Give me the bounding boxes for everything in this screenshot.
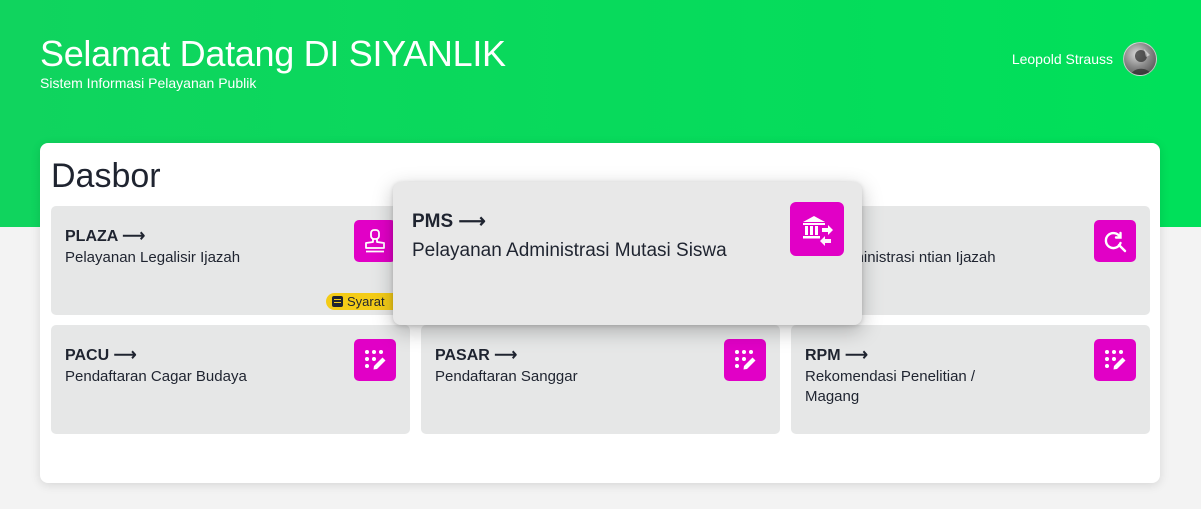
badge-label: Syarat: [347, 294, 385, 309]
service-card-rpm[interactable]: RPM ⟶ Rekomendasi Penelitian / Magang: [791, 325, 1150, 434]
service-card-pacu[interactable]: PACU ⟶ Pendaftaran Cagar Budaya: [51, 325, 410, 434]
card-code: RPM ⟶: [805, 345, 868, 365]
dashboard-title: Dasbor: [51, 157, 161, 195]
card-description: Pelayanan Legalisir Ijazah: [65, 249, 241, 266]
card-code: PASAR ⟶: [435, 345, 517, 365]
keypad-edit-icon: [724, 339, 766, 381]
user-menu[interactable]: Leopold Strauss: [1012, 42, 1157, 76]
arrow-right-icon: ⟶: [113, 347, 137, 364]
card-code: PMS ⟶: [412, 210, 486, 233]
arrow-right-icon: ⟶: [122, 228, 146, 245]
avatar[interactable]: [1123, 42, 1157, 76]
card-description: Pendaftaran Cagar Budaya: [65, 368, 247, 385]
keypad-edit-icon: [354, 339, 396, 381]
page-subtitle: Sistem Informasi Pelayanan Publik: [40, 75, 257, 91]
user-name[interactable]: Leopold Strauss: [1012, 51, 1113, 67]
bank-transfer-icon: [790, 202, 844, 256]
card-code-text: PACU: [65, 347, 110, 364]
arrow-right-icon: ⟶: [494, 347, 518, 364]
card-code-text: PMS: [412, 211, 454, 232]
service-card-plaza[interactable]: PLAZA ⟶ Pelayanan Legalisir Ijazah Syara…: [51, 206, 410, 315]
arrow-right-icon: ⟶: [845, 347, 868, 364]
card-code-text: PLAZA: [65, 228, 118, 245]
card-description: Pendaftaran Sanggar: [435, 368, 578, 385]
page-title: Selamat Datang DI SIYANLIK: [40, 33, 506, 74]
card-description: Rekomendasi Penelitian / Magang: [805, 368, 976, 405]
card-code-text: PASAR: [435, 347, 490, 364]
stamp-icon: [354, 220, 396, 262]
card-code: PACU ⟶: [65, 345, 137, 365]
card-code: PLAZA ⟶: [65, 226, 145, 246]
card-code-text: RPM: [805, 347, 841, 364]
service-card-pms-hover[interactable]: PMS ⟶ Pelayanan Administrasi Mutasi Sisw…: [393, 182, 862, 325]
arrow-right-icon: ⟶: [458, 211, 486, 232]
card-description: Pelayanan Administrasi Mutasi Siswa: [412, 240, 727, 261]
document-icon: [332, 296, 343, 307]
service-card-pasar[interactable]: PASAR ⟶ Pendaftaran Sanggar: [421, 325, 780, 434]
keypad-edit-icon: [1094, 339, 1136, 381]
search-refresh-icon: [1094, 220, 1136, 262]
